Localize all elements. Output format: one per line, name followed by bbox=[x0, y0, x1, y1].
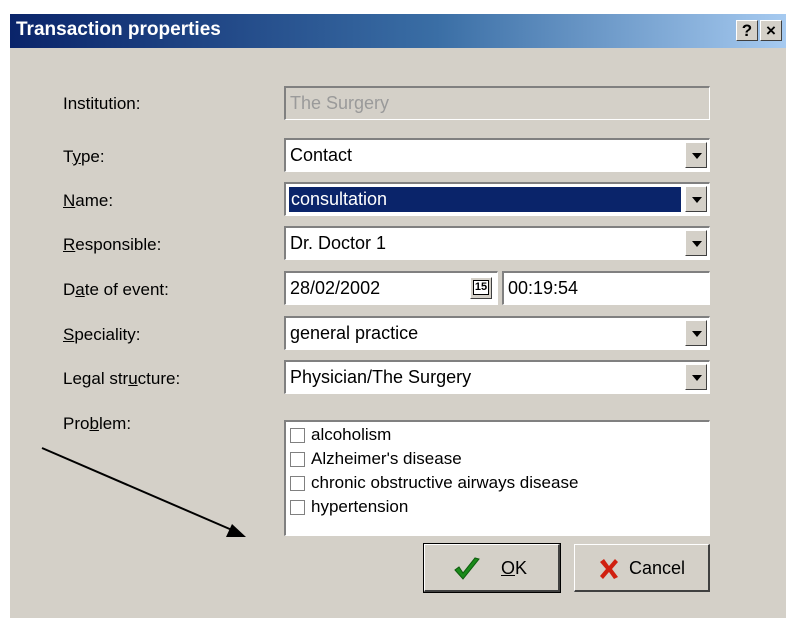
arrowhead-icon bbox=[226, 524, 246, 537]
annotation-arrow bbox=[41, 447, 246, 537]
